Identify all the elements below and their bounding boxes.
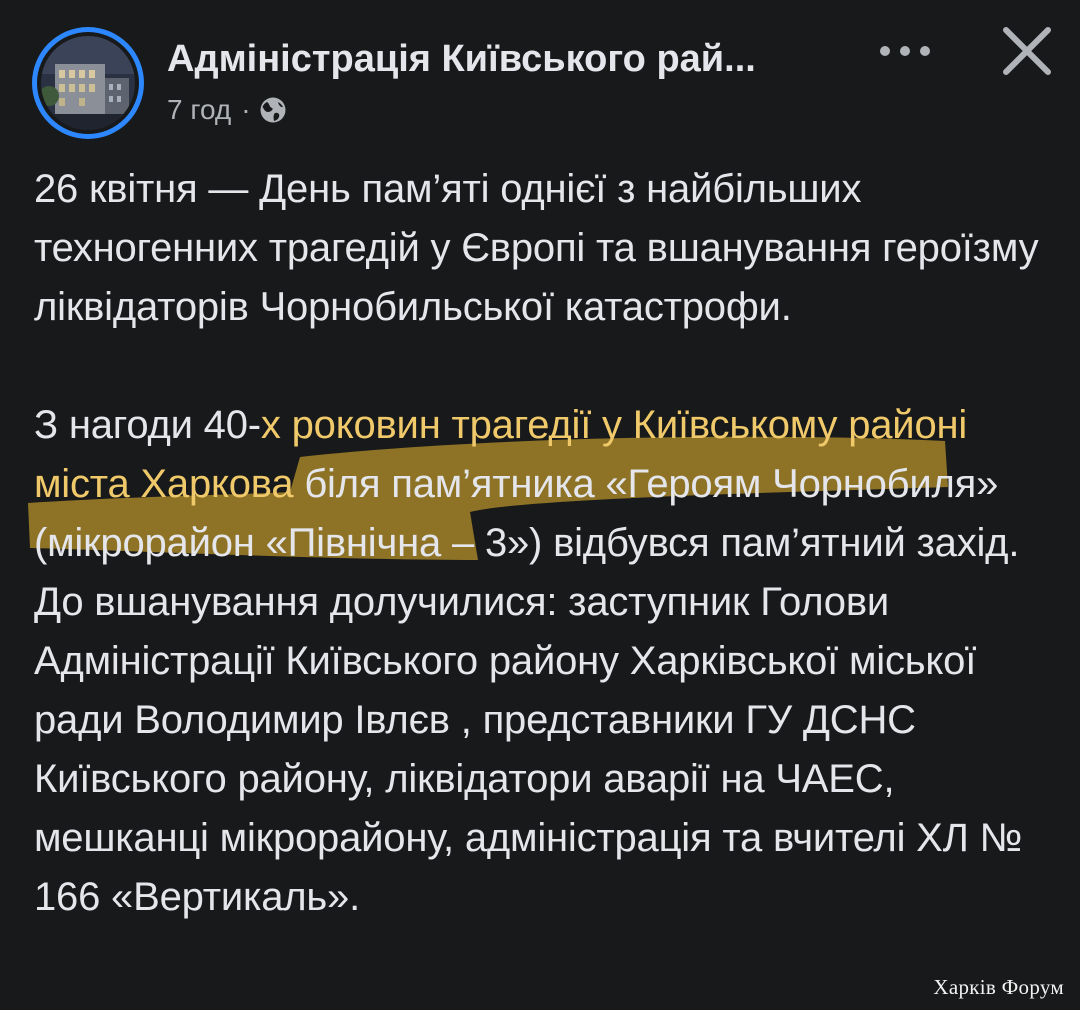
meta-separator: · (241, 94, 251, 125)
page-name-link[interactable]: Адміністрація Київського рай... (167, 34, 837, 84)
post-time[interactable]: 7 год (167, 94, 231, 126)
more-dots-icon (880, 46, 930, 56)
paragraph-2-rest: біля пам’ятника «Героям Чорнобиля» (мікр… (34, 462, 1034, 919)
close-button[interactable] (998, 22, 1056, 80)
paragraph-2-start: З нагоди 40- (34, 403, 261, 447)
post-text: 26 квітня — День пам’яті однієї з найбіл… (34, 160, 1044, 927)
globe-icon (260, 97, 286, 123)
close-icon (1003, 27, 1051, 75)
avatar[interactable] (32, 27, 144, 139)
more-options-button[interactable] (872, 34, 938, 68)
post-meta: 7 год · (167, 92, 287, 128)
avatar-image (41, 36, 135, 130)
post-header: Адміністрація Київського рай... 7 год · (0, 0, 1080, 150)
post-paragraph-2: З нагоди 40-х роковин трагедії у Київськ… (34, 396, 1044, 927)
post-paragraph-1: 26 квітня — День пам’яті однієї з найбіл… (34, 167, 1050, 329)
watermark: Харків Форум (933, 975, 1064, 999)
